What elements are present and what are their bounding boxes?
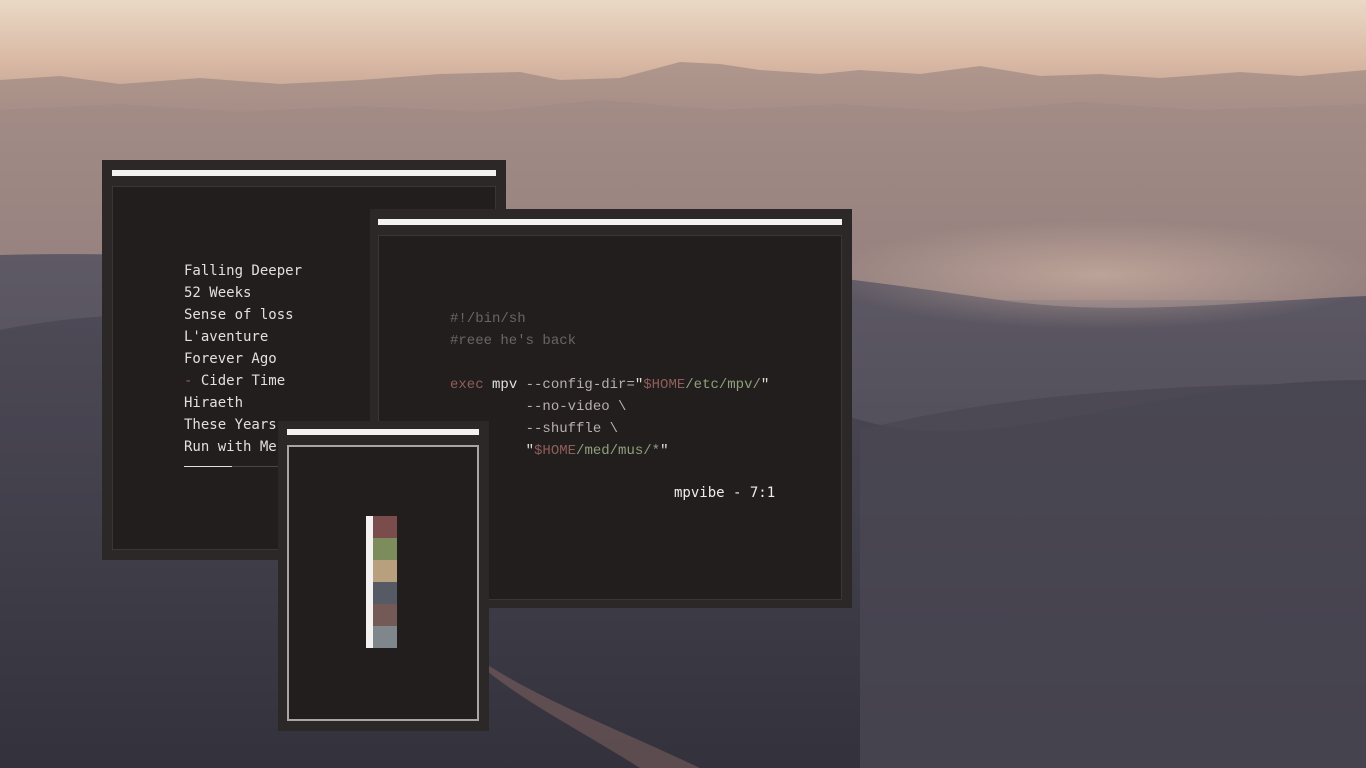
- track-item[interactable]: Forever Ago: [184, 348, 302, 370]
- track-item[interactable]: L'aventure: [184, 326, 302, 348]
- playback-progress-bar[interactable]: [184, 466, 280, 467]
- track-item[interactable]: Falling Deeper: [184, 260, 302, 282]
- track-title: Falling Deeper: [184, 263, 303, 279]
- track-title: Hiraeth: [184, 395, 244, 411]
- track-item[interactable]: Hiraeth: [184, 392, 302, 414]
- playlist-titlebar[interactable]: [112, 170, 496, 176]
- track-title: L'aventure: [184, 329, 269, 345]
- color-palette-window[interactable]: [278, 421, 489, 731]
- track-title: These Years: [184, 417, 277, 433]
- track-title: Forever Ago: [184, 351, 277, 367]
- shebang-line: #!/bin/sh: [450, 311, 526, 327]
- now-playing-label: mpvibe - 7:1: [674, 485, 776, 501]
- color-swatch: [373, 626, 397, 648]
- palette-titlebar[interactable]: [287, 429, 479, 435]
- track-title: Cider Time: [192, 373, 286, 389]
- home-variable: $HOME: [534, 443, 577, 459]
- track-item-current[interactable]: - Cider Time: [184, 370, 302, 392]
- quote: ": [634, 377, 644, 393]
- color-swatch: [373, 516, 397, 538]
- color-swatch: [373, 538, 397, 560]
- script-titlebar[interactable]: [378, 219, 842, 225]
- track-title: Run with Me: [184, 439, 277, 455]
- color-swatch: [373, 582, 397, 604]
- quote: ": [660, 443, 669, 459]
- dust-haze: [820, 220, 1366, 330]
- comment-line: #reee he's back: [450, 333, 577, 349]
- palette-edge: [366, 516, 373, 648]
- exec-keyword: exec: [450, 377, 484, 393]
- track-item[interactable]: Sense of loss: [184, 304, 302, 326]
- color-swatch: [373, 604, 397, 626]
- option-no-video: --no-video \: [525, 399, 627, 415]
- track-item[interactable]: 52 Weeks: [184, 282, 302, 304]
- shell-script: #!/bin/sh #reee he's back exec mpv --con…: [450, 308, 769, 462]
- home-variable: $HOME: [643, 377, 686, 393]
- config-path: /etc/mpv/: [685, 377, 761, 393]
- playback-progress-fill: [184, 466, 232, 467]
- command-name: mpv: [483, 377, 526, 393]
- track-title: Sense of loss: [184, 307, 294, 323]
- option-config-dir: --config-dir=: [525, 377, 635, 393]
- option-shuffle: --shuffle \: [525, 421, 619, 437]
- track-title: 52 Weeks: [184, 285, 252, 301]
- quote: ": [525, 443, 535, 459]
- color-swatch: [373, 560, 397, 582]
- quote: ": [760, 377, 770, 393]
- music-path: /med/mus/*: [576, 443, 661, 459]
